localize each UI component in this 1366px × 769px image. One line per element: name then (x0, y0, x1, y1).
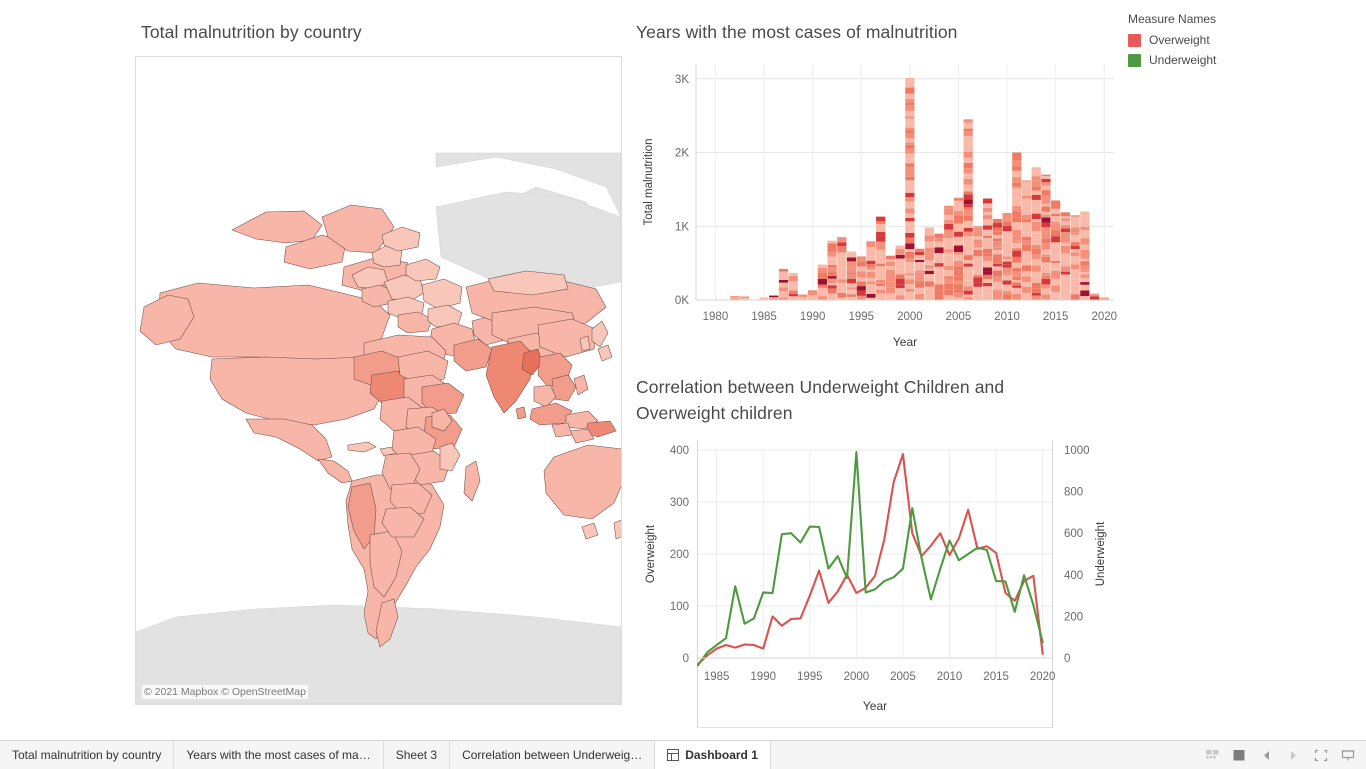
svg-text:100: 100 (670, 601, 689, 613)
tab-label: Sheet 3 (395, 748, 438, 762)
line-chart-title-line-1: Correlation between Underweight Children… (636, 377, 1005, 397)
svg-text:1990: 1990 (750, 671, 776, 683)
tab-years-with-most-cases[interactable]: Years with the most cases of ma… (174, 741, 384, 769)
svg-text:2015: 2015 (983, 671, 1009, 683)
line-chart-sheet-title: Correlation between Underweight Children… (636, 374, 1106, 426)
bar-chart[interactable]: 0K 1K 2K 3K 1980 1985 1990 1995 2000 2005 2010 2015… (636, 56, 1126, 356)
svg-text:2020: 2020 (1030, 671, 1056, 683)
map-sheet-title: Total malnutrition by country (141, 22, 362, 42)
svg-text:400: 400 (1064, 570, 1083, 582)
presentation-icon[interactable] (1341, 749, 1355, 762)
line-chart[interactable]: 0 100 200 300 400 0 200 400 600 800 1000 1985 1990 19… (636, 440, 1126, 730)
svg-text:1995: 1995 (848, 311, 874, 323)
measure-names-legend: Measure Names Overweight Underweight (1128, 12, 1358, 70)
svg-text:2005: 2005 (890, 671, 916, 683)
legend-label-underweight: Underweight (1149, 53, 1217, 67)
tab-label: Dashboard 1 (685, 748, 758, 762)
taskbar-status-icons (1194, 741, 1366, 769)
map-attribution: © 2021 Mapbox © OpenStreetMap (142, 685, 308, 699)
svg-text:1995: 1995 (797, 671, 823, 683)
svg-text:800: 800 (1064, 487, 1083, 499)
legend-label-overweight: Overweight (1149, 33, 1210, 47)
svg-text:400: 400 (670, 445, 689, 457)
tab-label: Total malnutrition by country (12, 748, 162, 762)
tab-label: Years with the most cases of ma… (186, 748, 371, 762)
tab-label: Correlation between Underweig… (462, 748, 643, 762)
svg-text:0: 0 (1064, 653, 1070, 665)
legend-swatch-underweight (1128, 53, 1141, 67)
tab-sheet-3[interactable]: Sheet 3 (384, 741, 451, 769)
legend-item-underweight[interactable]: Underweight (1128, 50, 1358, 70)
svg-text:2010: 2010 (994, 311, 1020, 323)
next-arrow-icon[interactable] (1287, 749, 1300, 762)
map-panel[interactable]: .c { stroke:#6f4b46; stroke-width:.55; }… (135, 56, 622, 705)
tableau-dashboard: Total malnutrition by country .c { strok… (0, 0, 1366, 740)
line-chart-panel[interactable]: 0 100 200 300 400 0 200 400 600 800 1000 1985 1990 19… (636, 440, 1126, 730)
previous-arrow-icon[interactable] (1260, 749, 1273, 762)
svg-text:Overweight: Overweight (645, 524, 657, 583)
svg-text:1985: 1985 (751, 311, 777, 323)
svg-text:1K: 1K (675, 221, 689, 233)
svg-text:2015: 2015 (1043, 311, 1069, 323)
filled-square-icon[interactable] (1233, 749, 1246, 762)
svg-text:2005: 2005 (946, 311, 972, 323)
worksheet-taskbar: Total malnutrition by country Years with… (0, 740, 1366, 769)
svg-text:1000: 1000 (1064, 445, 1090, 457)
svg-text:2000: 2000 (844, 671, 870, 683)
svg-text:2000: 2000 (897, 311, 923, 323)
svg-text:1980: 1980 (703, 311, 729, 323)
svg-text:1985: 1985 (704, 671, 730, 683)
svg-text:Year: Year (893, 335, 917, 349)
bar-chart-panel[interactable]: 0K 1K 2K 3K 1980 1985 1990 1995 2000 2005 2010 2015… (636, 56, 1126, 356)
svg-text:1990: 1990 (800, 311, 826, 323)
tab-dashboard-1[interactable]: Dashboard 1 (655, 741, 771, 769)
line-chart-title-line-2: Overweight children (636, 403, 793, 423)
tab-total-malnutrition-by-country[interactable]: Total malnutrition by country (0, 741, 175, 769)
svg-text:3K: 3K (675, 74, 689, 86)
svg-text:200: 200 (670, 549, 689, 561)
taskbar-spacer (771, 741, 1194, 769)
tab-correlation-between-underweight[interactable]: Correlation between Underweig… (450, 741, 656, 769)
legend-title: Measure Names (1128, 12, 1217, 26)
legend-item-overweight[interactable]: Overweight (1128, 30, 1358, 50)
bar-chart-sheet-title: Years with the most cases of malnutritio… (636, 22, 958, 42)
dashboard-grid-icon (667, 749, 680, 761)
svg-text:2K: 2K (675, 148, 689, 160)
svg-text:Year: Year (863, 699, 887, 713)
svg-text:600: 600 (1064, 528, 1083, 540)
svg-text:Total malnutrition: Total malnutrition (643, 139, 655, 226)
tiles-view-icon[interactable] (1206, 749, 1219, 762)
svg-text:0: 0 (683, 653, 689, 665)
legend-swatch-overweight (1128, 33, 1141, 47)
svg-text:200: 200 (1064, 611, 1083, 623)
svg-text:2020: 2020 (1091, 311, 1117, 323)
svg-text:2010: 2010 (937, 671, 963, 683)
world-choropleth-map[interactable]: .c { stroke:#6f4b46; stroke-width:.55; }… (136, 57, 621, 704)
svg-text:300: 300 (670, 497, 689, 509)
svg-text:Underweight: Underweight (1095, 521, 1107, 586)
fullscreen-icon[interactable] (1314, 749, 1328, 762)
svg-text:0K: 0K (675, 295, 689, 307)
